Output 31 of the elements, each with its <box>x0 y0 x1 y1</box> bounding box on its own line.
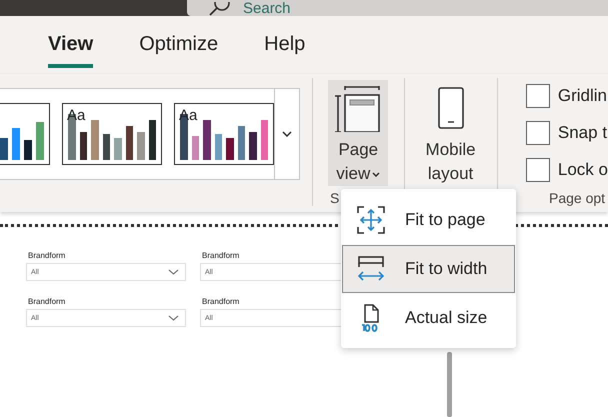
ribbon-tab[interactable]: Help <box>264 26 306 68</box>
scrollbar[interactable] <box>447 352 452 417</box>
search-field[interactable]: Search <box>187 0 608 16</box>
ribbon-tab[interactable]: View <box>48 26 94 68</box>
chevron-down-icon <box>372 172 380 178</box>
slicer-title: Brandform <box>201 251 240 260</box>
checkbox-label: Gridlin <box>558 86 608 106</box>
menu-item[interactable]: Fit to page <box>342 196 515 244</box>
ribbon-button[interactable]: Page view <box>328 80 388 186</box>
checkbox[interactable] <box>526 84 550 108</box>
chevron-down-icon <box>168 269 179 275</box>
slicer-title: Brandform <box>201 297 240 306</box>
theme-swatch[interactable]: Aa <box>174 103 274 165</box>
ribbon-button[interactable]: Mobile layout <box>420 80 481 186</box>
theme-swatch[interactable]: Aa <box>62 103 162 165</box>
fit-width-icon <box>357 255 385 283</box>
chevron-down-icon <box>168 315 179 321</box>
page-view-icon <box>335 86 382 132</box>
ribbon-tab[interactable]: Optimize <box>139 26 218 68</box>
slicer-title: Brandform <box>27 251 66 260</box>
checkbox-label: Snap t <box>558 123 608 143</box>
chevron-down-icon <box>282 131 292 137</box>
checkbox[interactable] <box>526 121 550 145</box>
group-label: S <box>330 190 340 206</box>
checkbox[interactable] <box>526 158 550 182</box>
slicer-title: Brandform <box>27 297 66 306</box>
phone-icon <box>436 86 466 132</box>
checkbox-label: Lock o <box>558 160 608 180</box>
menu-item[interactable]: Fit to width <box>342 245 515 293</box>
group-label: Page opt <box>549 190 606 206</box>
fit-page-icon <box>357 206 385 234</box>
